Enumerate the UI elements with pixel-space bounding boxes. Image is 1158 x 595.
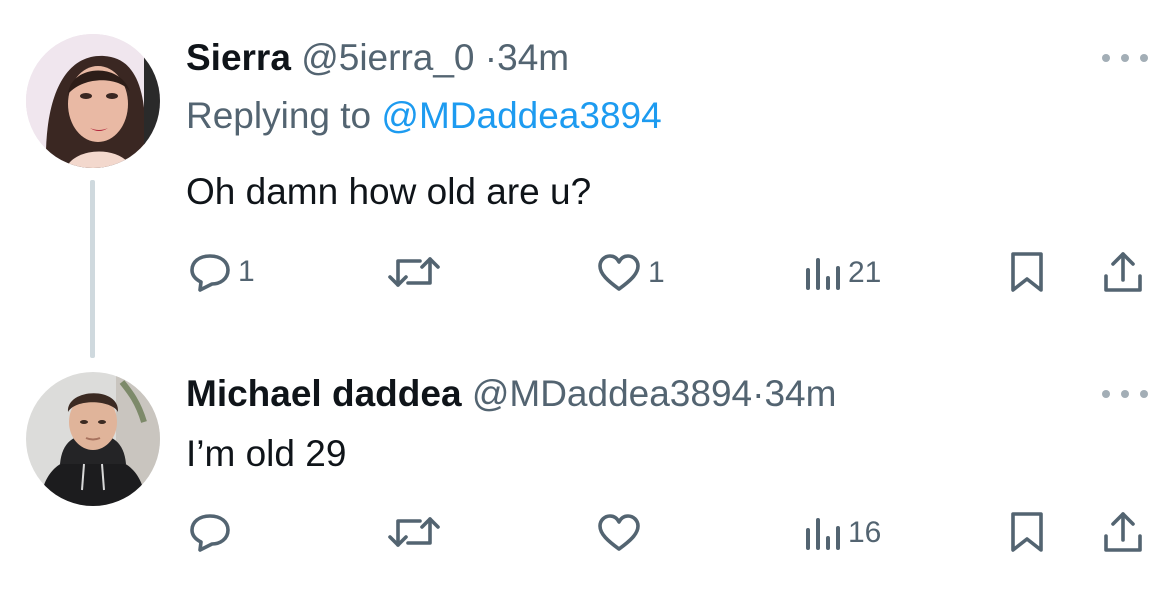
avatar-michael[interactable] bbox=[26, 372, 160, 506]
reply-button[interactable]: 1 bbox=[188, 252, 255, 292]
more-icon-dot bbox=[1140, 390, 1148, 398]
bookmark-icon bbox=[1011, 252, 1043, 292]
view-count: 21 bbox=[848, 256, 882, 289]
retweet-button[interactable] bbox=[386, 513, 442, 551]
views-button[interactable]: 21 bbox=[802, 254, 881, 292]
more-options-button[interactable] bbox=[1102, 48, 1148, 68]
tweet-michael[interactable]: Michael daddea @MDaddea3894·34m I’m old … bbox=[0, 360, 1158, 595]
retweet-icon bbox=[388, 257, 440, 287]
more-options-button[interactable] bbox=[1102, 384, 1148, 404]
views-icon bbox=[806, 518, 840, 550]
share-button[interactable] bbox=[1102, 250, 1144, 294]
like-count: 1 bbox=[648, 256, 665, 289]
view-count: 16 bbox=[848, 516, 882, 549]
reply-icon bbox=[190, 514, 230, 552]
avatar-michael-image bbox=[26, 372, 160, 506]
more-icon-dot bbox=[1121, 54, 1129, 62]
tweet-header: Michael daddea @MDaddea3894·34m bbox=[186, 372, 836, 416]
avatar-sierra[interactable] bbox=[26, 34, 160, 168]
tweet-text: I’m old 29 bbox=[186, 433, 347, 474]
replying-to-line: Replying to @MDaddea3894 bbox=[186, 94, 662, 138]
like-icon bbox=[598, 514, 640, 551]
retweet-button[interactable] bbox=[386, 253, 442, 291]
like-button[interactable] bbox=[596, 513, 642, 553]
bookmark-button[interactable] bbox=[1008, 510, 1046, 554]
retweet-icon bbox=[388, 517, 440, 547]
separator-dot: · bbox=[752, 373, 765, 414]
replying-to-link[interactable]: @MDaddea3894 bbox=[381, 95, 661, 136]
separator-dot: · bbox=[484, 37, 498, 78]
views-icon bbox=[806, 258, 840, 290]
more-icon-dot bbox=[1140, 54, 1148, 62]
tweet-header: Sierra @5ierra_0 ·34m bbox=[186, 36, 569, 80]
share-icon bbox=[1104, 252, 1142, 292]
more-icon-dot bbox=[1121, 390, 1129, 398]
user-handle[interactable]: @5ierra_0 bbox=[301, 37, 474, 78]
replying-prefix: Replying to bbox=[186, 95, 372, 136]
more-icon-dot bbox=[1102, 390, 1110, 398]
like-button[interactable]: 1 bbox=[596, 253, 665, 293]
display-name[interactable]: Michael daddea bbox=[186, 373, 462, 414]
timestamp[interactable]: 34m bbox=[764, 373, 836, 414]
views-button[interactable]: 16 bbox=[802, 514, 881, 552]
reply-button[interactable] bbox=[188, 512, 238, 552]
like-icon bbox=[598, 254, 640, 291]
share-button[interactable] bbox=[1102, 510, 1144, 554]
tweet-sierra[interactable]: Sierra @5ierra_0 ·34m Replying to @MDadd… bbox=[0, 0, 1158, 330]
tweet-text: Oh damn how old are u? bbox=[186, 171, 592, 212]
reply-count: 1 bbox=[238, 255, 255, 288]
avatar-sierra-image bbox=[26, 34, 160, 168]
bookmark-button[interactable] bbox=[1008, 250, 1046, 294]
more-icon-dot bbox=[1102, 54, 1110, 62]
display-name[interactable]: Sierra bbox=[186, 37, 291, 78]
user-handle[interactable]: @MDaddea3894 bbox=[472, 373, 752, 414]
bookmark-icon bbox=[1011, 512, 1043, 552]
share-icon bbox=[1104, 512, 1142, 552]
reply-icon bbox=[190, 254, 230, 292]
timestamp[interactable]: 34m bbox=[497, 37, 569, 78]
